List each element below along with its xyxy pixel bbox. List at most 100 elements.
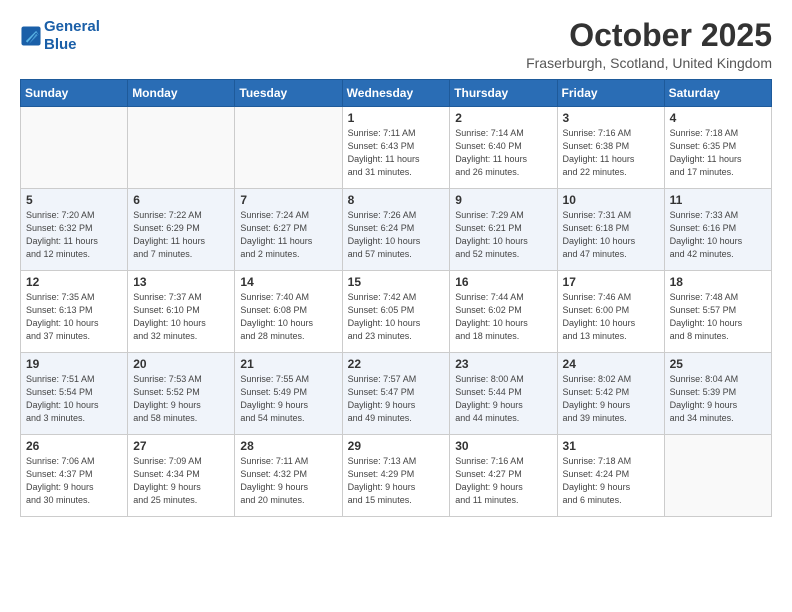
day-info: Sunrise: 7:35 AM Sunset: 6:13 PM Dayligh…: [26, 291, 122, 343]
logo-text: General Blue: [44, 18, 100, 54]
day-number: 29: [348, 439, 445, 453]
calendar-week-row: 5Sunrise: 7:20 AM Sunset: 6:32 PM Daylig…: [21, 189, 772, 271]
day-info: Sunrise: 8:04 AM Sunset: 5:39 PM Dayligh…: [670, 373, 766, 425]
day-number: 19: [26, 357, 122, 371]
day-info: Sunrise: 7:11 AM Sunset: 4:32 PM Dayligh…: [240, 455, 336, 507]
calendar-cell: 18 Sunrise: 7:48 AM Sunset: 5:57 PM Dayli…: [664, 271, 771, 353]
day-info: Sunrise: 7:16 AM Sunset: 6:38 PM Dayligh…: [563, 127, 659, 179]
day-info: Sunrise: 7:37 AM Sunset: 6:10 PM Dayligh…: [133, 291, 229, 343]
calendar-cell: 7Sunrise: 7:24 AM Sunset: 6:27 PM Daylig…: [235, 189, 342, 271]
calendar-cell: 11 Sunrise: 7:33 AM Sunset: 6:16 PM Dayli…: [664, 189, 771, 271]
calendar-cell: 20 Sunrise: 7:53 AM Sunset: 5:52 PM Dayli…: [128, 353, 235, 435]
day-info: Sunrise: 8:02 AM Sunset: 5:42 PM Dayligh…: [563, 373, 659, 425]
weekday-header-wednesday: Wednesday: [342, 80, 450, 107]
day-info: Sunrise: 7:53 AM Sunset: 5:52 PM Dayligh…: [133, 373, 229, 425]
calendar-body: 1 Sunrise: 7:11 AM Sunset: 6:43 PM Daylig…: [21, 107, 772, 517]
day-number: 18: [670, 275, 766, 289]
day-number: 22: [348, 357, 445, 371]
day-number: 13: [133, 275, 229, 289]
calendar-cell: 17 Sunrise: 7:46 AM Sunset: 6:00 PM Dayli…: [557, 271, 664, 353]
day-number: 28: [240, 439, 336, 453]
weekday-header-thursday: Thursday: [450, 80, 557, 107]
header: General Blue October 2025 Fraserburgh, S…: [20, 18, 772, 71]
day-number: 20: [133, 357, 229, 371]
day-info: Sunrise: 7:33 AM Sunset: 6:16 PM Dayligh…: [670, 209, 766, 261]
day-number: 3: [563, 111, 659, 125]
day-info: Sunrise: 7:18 AM Sunset: 6:35 PM Dayligh…: [670, 127, 766, 179]
calendar-cell: 30 Sunrise: 7:16 AM Sunset: 4:27 PM Dayli…: [450, 435, 557, 517]
day-number: 25: [670, 357, 766, 371]
title-block: October 2025 Fraserburgh, Scotland, Unit…: [526, 18, 772, 71]
day-number: 14: [240, 275, 336, 289]
day-info: Sunrise: 7:24 AM Sunset: 6:27 PM Dayligh…: [240, 209, 336, 261]
logo-blue: Blue: [44, 36, 77, 53]
calendar-cell: 29 Sunrise: 7:13 AM Sunset: 4:29 PM Dayli…: [342, 435, 450, 517]
weekday-header-row: SundayMondayTuesdayWednesdayThursdayFrid…: [21, 80, 772, 107]
day-info: Sunrise: 7:11 AM Sunset: 6:43 PM Dayligh…: [348, 127, 445, 179]
calendar-cell: 10Sunrise: 7:31 AM Sunset: 6:18 PM Dayli…: [557, 189, 664, 271]
day-info: Sunrise: 7:29 AM Sunset: 6:21 PM Dayligh…: [455, 209, 551, 261]
calendar-cell: 23 Sunrise: 8:00 AM Sunset: 5:44 PM Dayli…: [450, 353, 557, 435]
day-info: Sunrise: 7:42 AM Sunset: 6:05 PM Dayligh…: [348, 291, 445, 343]
day-number: 26: [26, 439, 122, 453]
calendar-cell: 3 Sunrise: 7:16 AM Sunset: 6:38 PM Daylig…: [557, 107, 664, 189]
day-number: 31: [563, 439, 659, 453]
day-info: Sunrise: 7:26 AM Sunset: 6:24 PM Dayligh…: [348, 209, 445, 261]
day-number: 24: [563, 357, 659, 371]
day-number: 30: [455, 439, 551, 453]
day-info: Sunrise: 7:20 AM Sunset: 6:32 PM Dayligh…: [26, 209, 122, 261]
calendar-cell: 24 Sunrise: 8:02 AM Sunset: 5:42 PM Dayli…: [557, 353, 664, 435]
day-info: Sunrise: 7:48 AM Sunset: 5:57 PM Dayligh…: [670, 291, 766, 343]
calendar-cell: 15 Sunrise: 7:42 AM Sunset: 6:05 PM Dayli…: [342, 271, 450, 353]
month-title: October 2025: [526, 18, 772, 53]
day-info: Sunrise: 7:55 AM Sunset: 5:49 PM Dayligh…: [240, 373, 336, 425]
calendar: SundayMondayTuesdayWednesdayThursdayFrid…: [20, 79, 772, 517]
calendar-header: SundayMondayTuesdayWednesdayThursdayFrid…: [21, 80, 772, 107]
day-number: 10: [563, 193, 659, 207]
calendar-cell: [235, 107, 342, 189]
page: General Blue October 2025 Fraserburgh, S…: [0, 0, 792, 531]
day-info: Sunrise: 7:18 AM Sunset: 4:24 PM Dayligh…: [563, 455, 659, 507]
day-number: 8: [348, 193, 445, 207]
calendar-week-row: 12Sunrise: 7:35 AM Sunset: 6:13 PM Dayli…: [21, 271, 772, 353]
day-number: 6: [133, 193, 229, 207]
calendar-cell: 14 Sunrise: 7:40 AM Sunset: 6:08 PM Dayli…: [235, 271, 342, 353]
day-info: Sunrise: 7:09 AM Sunset: 4:34 PM Dayligh…: [133, 455, 229, 507]
day-info: Sunrise: 7:57 AM Sunset: 5:47 PM Dayligh…: [348, 373, 445, 425]
day-number: 23: [455, 357, 551, 371]
day-info: Sunrise: 8:00 AM Sunset: 5:44 PM Dayligh…: [455, 373, 551, 425]
day-number: 4: [670, 111, 766, 125]
calendar-cell: 2Sunrise: 7:14 AM Sunset: 6:40 PM Daylig…: [450, 107, 557, 189]
day-number: 15: [348, 275, 445, 289]
calendar-cell: 5Sunrise: 7:20 AM Sunset: 6:32 PM Daylig…: [21, 189, 128, 271]
day-number: 17: [563, 275, 659, 289]
calendar-cell: 25 Sunrise: 8:04 AM Sunset: 5:39 PM Dayli…: [664, 353, 771, 435]
calendar-week-row: 19 Sunrise: 7:51 AM Sunset: 5:54 PM Dayli…: [21, 353, 772, 435]
calendar-cell: 21Sunrise: 7:55 AM Sunset: 5:49 PM Dayli…: [235, 353, 342, 435]
day-info: Sunrise: 7:06 AM Sunset: 4:37 PM Dayligh…: [26, 455, 122, 507]
calendar-cell: 27 Sunrise: 7:09 AM Sunset: 4:34 PM Dayli…: [128, 435, 235, 517]
calendar-cell: [664, 435, 771, 517]
day-number: 27: [133, 439, 229, 453]
calendar-cell: 28 Sunrise: 7:11 AM Sunset: 4:32 PM Dayli…: [235, 435, 342, 517]
location: Fraserburgh, Scotland, United Kingdom: [526, 55, 772, 71]
calendar-cell: [21, 107, 128, 189]
day-info: Sunrise: 7:13 AM Sunset: 4:29 PM Dayligh…: [348, 455, 445, 507]
day-info: Sunrise: 7:40 AM Sunset: 6:08 PM Dayligh…: [240, 291, 336, 343]
day-number: 11: [670, 193, 766, 207]
weekday-header-monday: Monday: [128, 80, 235, 107]
calendar-cell: 1 Sunrise: 7:11 AM Sunset: 6:43 PM Daylig…: [342, 107, 450, 189]
calendar-cell: 13 Sunrise: 7:37 AM Sunset: 6:10 PM Dayli…: [128, 271, 235, 353]
weekday-header-friday: Friday: [557, 80, 664, 107]
day-info: Sunrise: 7:46 AM Sunset: 6:00 PM Dayligh…: [563, 291, 659, 343]
day-info: Sunrise: 7:22 AM Sunset: 6:29 PM Dayligh…: [133, 209, 229, 261]
day-number: 1: [348, 111, 445, 125]
calendar-cell: 4 Sunrise: 7:18 AM Sunset: 6:35 PM Daylig…: [664, 107, 771, 189]
weekday-header-tuesday: Tuesday: [235, 80, 342, 107]
calendar-cell: 16Sunrise: 7:44 AM Sunset: 6:02 PM Dayli…: [450, 271, 557, 353]
day-info: Sunrise: 7:14 AM Sunset: 6:40 PM Dayligh…: [455, 127, 551, 179]
day-info: Sunrise: 7:51 AM Sunset: 5:54 PM Dayligh…: [26, 373, 122, 425]
day-info: Sunrise: 7:16 AM Sunset: 4:27 PM Dayligh…: [455, 455, 551, 507]
weekday-header-sunday: Sunday: [21, 80, 128, 107]
calendar-cell: 9Sunrise: 7:29 AM Sunset: 6:21 PM Daylig…: [450, 189, 557, 271]
